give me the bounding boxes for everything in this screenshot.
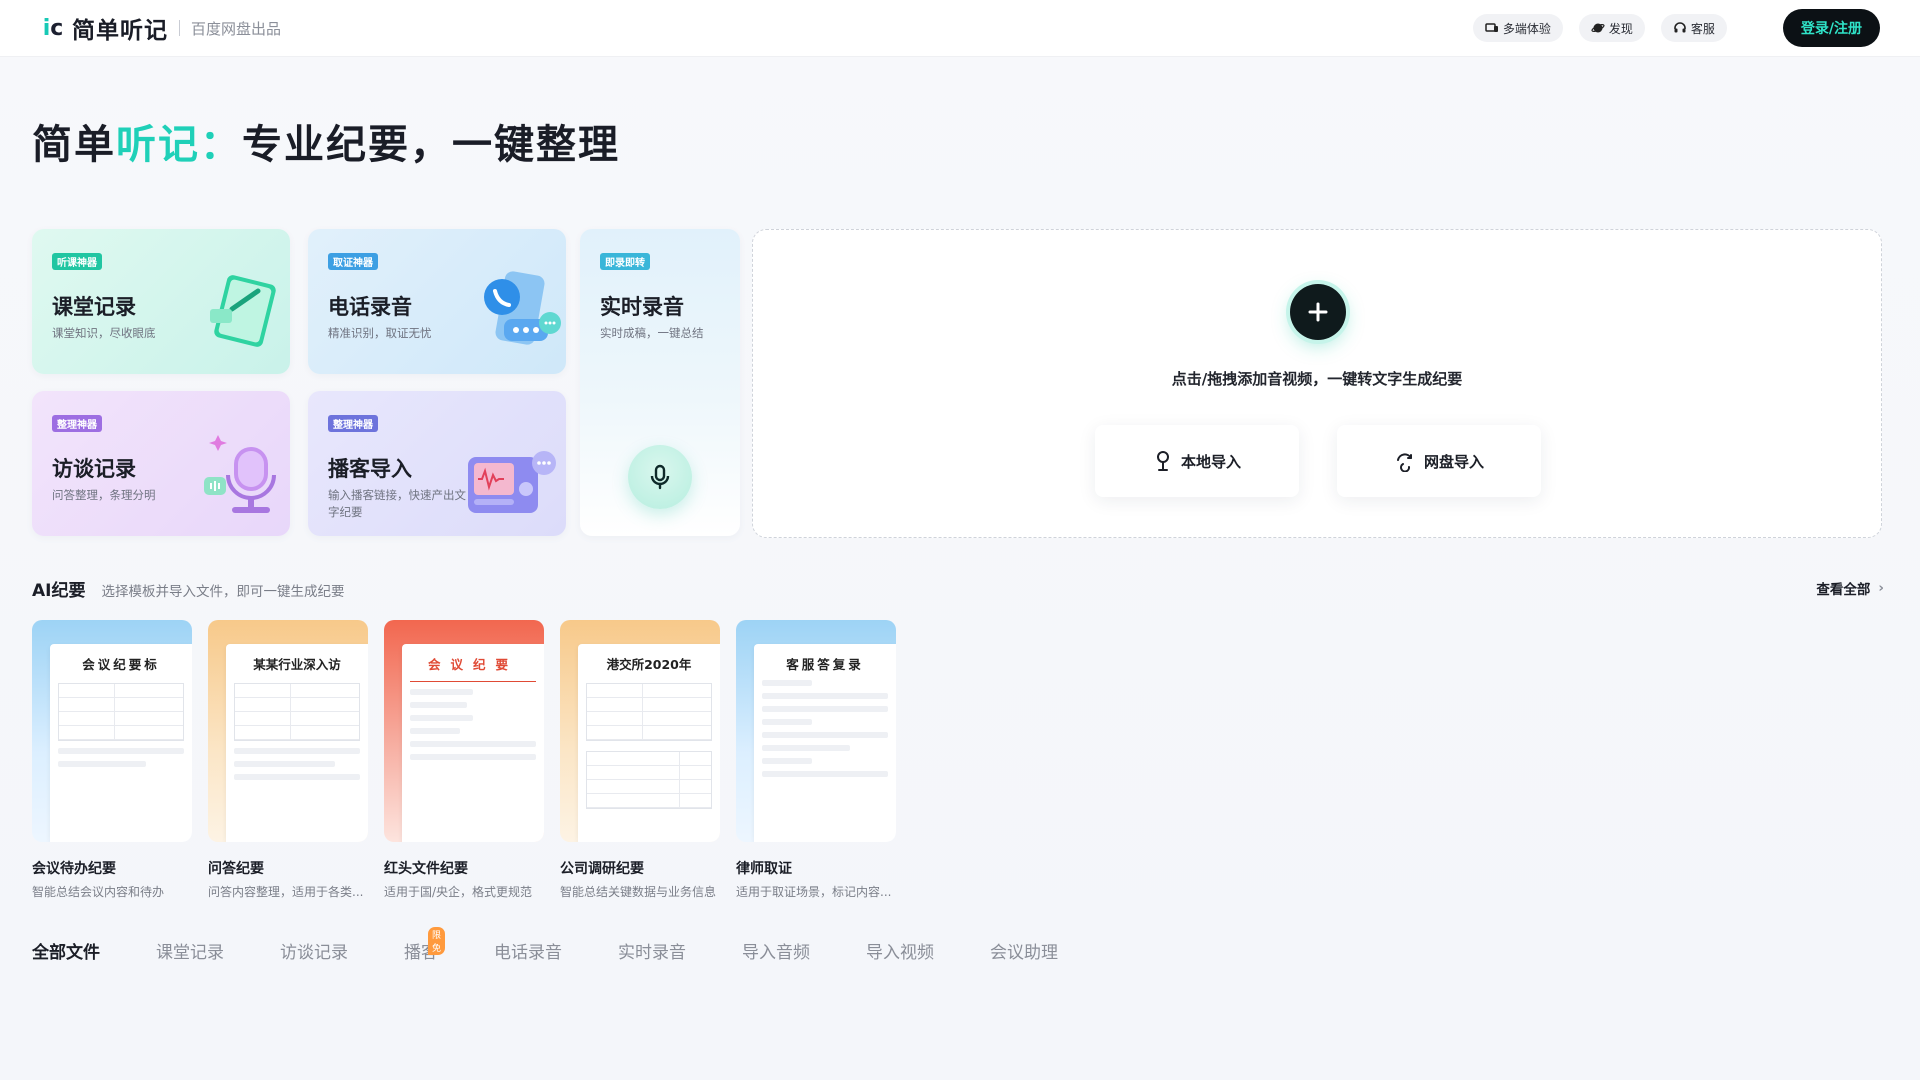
service-label: 客服 [1690, 21, 1715, 36]
device-icon [1485, 23, 1498, 32]
template-thumbnail: 某某行业深入访 [208, 620, 368, 842]
thumb-title: 港交所2020年 [606, 657, 692, 672]
template-thumbnail: 会议纪要 [384, 620, 544, 842]
template-desc: 问答内容整理，适用于各类... [208, 885, 364, 899]
cloud-import-button[interactable]: 网盘导入 [1337, 425, 1541, 497]
template-red-header[interactable]: 会议纪要 红头文件纪要 适用于国/央企，格式更规范 [384, 620, 544, 900]
page-title: 简单听记：专业纪要，一键整理 [32, 112, 620, 170]
card-interview-record[interactable]: 整理神器 访谈记录 问答整理，条理分明 [32, 391, 290, 536]
headset-icon [1674, 22, 1686, 33]
template-desc: 适用于国/央企，格式更规范 [384, 885, 533, 899]
card-tag: 即录即转 [600, 253, 650, 270]
template-desc: 适用于取证场景，标记内容... [736, 885, 892, 899]
phone-icon [484, 271, 561, 345]
tab-realtime[interactable]: 实时录音 [618, 938, 686, 963]
tab-import-video[interactable]: 导入视频 [866, 938, 934, 963]
template-name: 会议待办纪要 [32, 861, 116, 877]
logo-text: 简单听记 [72, 18, 168, 44]
chevron-right-icon: › [1878, 580, 1884, 596]
card-desc: 输入播客链接，快速产出文字纪要 [328, 488, 466, 519]
card-tag: 整理神器 [328, 415, 378, 432]
card-tag: 取证神器 [328, 253, 378, 270]
template-thumbnail: 客服答复录 [736, 620, 896, 842]
ai-section-subtitle: 选择模板并导入文件，即可一键生成纪要 [101, 584, 345, 600]
logo[interactable]: ic 简单听记 百度网盘出品 [40, 11, 281, 45]
radio-icon [468, 451, 556, 513]
local-import-label: 本地导入 [1180, 452, 1241, 471]
template-desc: 智能总结会议内容和待办 [32, 885, 165, 899]
title-part2: 专业纪要，一键整理 [242, 122, 620, 168]
card-desc: 实时成稿，一键总结 [600, 326, 704, 340]
planet-icon [1591, 23, 1605, 33]
card-title: 实时录音 [600, 295, 684, 319]
card-podcast-import[interactable]: 整理神器 播客导入 输入播客链接，快速产出文字纪要 [308, 391, 566, 536]
logo-subtitle: 百度网盘出品 [191, 19, 282, 38]
file-tabs: 全部文件 课堂记录 访谈记录 播客 限免 电话录音 实时录音 导入音频 导入视频… [32, 927, 1114, 963]
view-all-label: 查看全部 [1816, 582, 1871, 598]
title-part1: 简单 [32, 122, 116, 168]
title-accent: 听记： [116, 122, 242, 168]
logo-icon: ic [42, 15, 64, 41]
template-name: 律师取证 [736, 861, 792, 877]
upload-hint: 点击/拖拽添加音视频，一键转文字生成纪要 [1171, 370, 1463, 388]
card-desc: 课堂知识，尽收眼底 [52, 326, 156, 340]
tab-import-audio[interactable]: 导入音频 [742, 938, 810, 963]
cloud-disk-icon [1396, 453, 1412, 472]
cloud-import-label: 网盘导入 [1423, 452, 1484, 471]
template-name: 公司调研纪要 [560, 861, 644, 877]
template-name: 问答纪要 [208, 861, 264, 877]
thumb-title: 客服答复录 [786, 657, 864, 672]
template-thumbnail: 会议纪要标 [32, 620, 192, 842]
local-import-button[interactable]: 本地导入 [1095, 425, 1299, 497]
tab-interview[interactable]: 访谈记录 [280, 938, 348, 963]
service-button[interactable]: 客服 [1660, 14, 1727, 42]
microphone-icon [650, 464, 670, 490]
card-desc: 问答整理，条理分明 [52, 488, 156, 502]
card-desc: 精准识别，取证无忧 [328, 326, 432, 340]
ai-section-title: AI纪要 [32, 581, 86, 601]
upload-dropzone[interactable]: 点击/拖拽添加音视频，一键转文字生成纪要 本地导入 网盘导入 [752, 229, 1882, 538]
card-title: 课堂记录 [52, 295, 136, 319]
login-label: 登录/注册 [1800, 21, 1862, 37]
card-tag: 听课神器 [52, 253, 102, 270]
template-meeting-todo[interactable]: 会议纪要标 会议待办纪要 智能总结会议内容和待办 [32, 620, 192, 900]
login-register-button[interactable]: 登录/注册 [1782, 9, 1880, 47]
tab-meeting-assistant[interactable]: 会议助理 [990, 938, 1058, 963]
podcast-mic-icon [204, 435, 276, 513]
card-classroom-record[interactable]: 听课神器 课堂记录 课堂知识，尽收眼底 [32, 229, 290, 374]
plus-icon [1308, 302, 1328, 322]
multi-device-label: 多端体验 [1502, 21, 1551, 36]
free-badge: 限免 [428, 927, 446, 955]
card-realtime-recording[interactable]: 即录即转 实时录音 实时成稿，一键总结 [580, 229, 740, 536]
card-phone-recording[interactable]: 取证神器 电话录音 精准识别，取证无忧 [308, 229, 566, 374]
notebook-icon [210, 275, 276, 347]
card-title: 电话录音 [328, 295, 412, 319]
tab-podcast[interactable]: 播客 限免 [404, 927, 446, 963]
multi-device-button[interactable]: 多端体验 [1472, 14, 1563, 42]
tab-phone[interactable]: 电话录音 [494, 938, 562, 963]
thumb-title: 会议纪要标 [82, 657, 160, 672]
tab-classroom[interactable]: 课堂记录 [156, 938, 224, 963]
card-tag: 整理神器 [52, 415, 102, 432]
template-name: 红头文件纪要 [384, 861, 468, 877]
template-lawyer-evidence[interactable]: 客服答复录 律师取证 适用于取证场景，标记内容... [736, 620, 896, 900]
view-all-link[interactable]: 查看全部 › [1816, 578, 1884, 598]
template-company-research[interactable]: 港交所2020年 公司调研纪要 智能总结关键数据与业务信息 [560, 620, 720, 900]
start-recording-button[interactable] [628, 445, 692, 509]
microphone-icon [1156, 451, 1169, 471]
discover-label: 发现 [1608, 21, 1633, 36]
template-desc: 智能总结关键数据与业务信息 [560, 885, 717, 899]
top-bar: ic 简单听记 百度网盘出品 多端体验 发现 客服 登录/注册 [0, 0, 1920, 56]
thumb-title: 会议纪要 [427, 657, 518, 672]
card-title: 访谈记录 [52, 457, 136, 481]
template-thumbnail: 港交所2020年 [560, 620, 720, 842]
tab-all-files[interactable]: 全部文件 [32, 938, 100, 963]
logo-divider [179, 20, 180, 36]
card-title: 播客导入 [328, 457, 412, 481]
template-qa[interactable]: 某某行业深入访 问答纪要 问答内容整理，适用于各类... [208, 620, 368, 900]
add-media-button[interactable] [1290, 284, 1346, 340]
discover-button[interactable]: 发现 [1578, 14, 1645, 42]
ai-section-header: AI纪要 选择模板并导入文件，即可一键生成纪要 [32, 576, 344, 601]
thumb-title: 某某行业深入访 [253, 657, 341, 672]
